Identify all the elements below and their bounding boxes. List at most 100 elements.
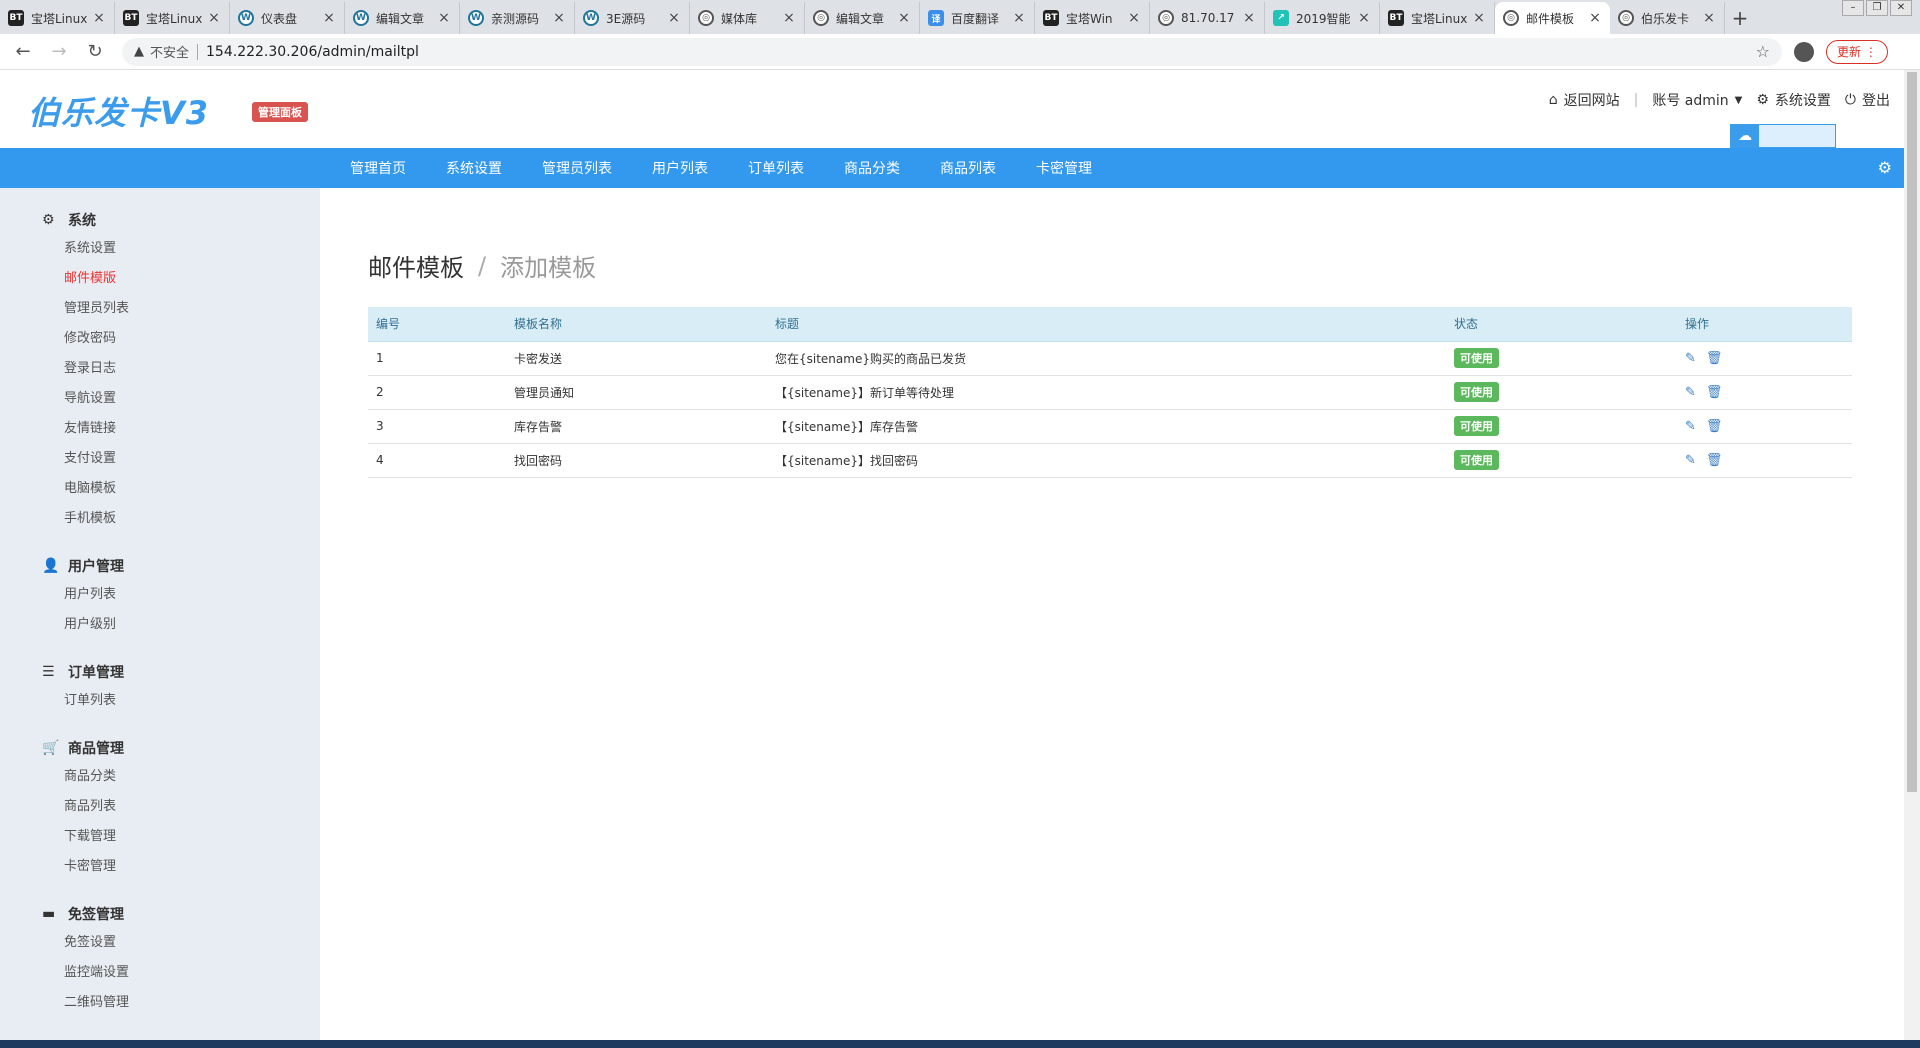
sidebar-item[interactable]: 免签设置 xyxy=(0,928,320,958)
topnav-item[interactable]: 系统设置 xyxy=(446,158,502,178)
forward-button[interactable]: → xyxy=(46,39,72,65)
trash-icon[interactable]: 🗑 xyxy=(1706,453,1723,468)
sidebar-item[interactable]: 手机模板 xyxy=(0,504,320,534)
topnav-item[interactable]: 管理首页 xyxy=(350,158,406,178)
sidebar-item[interactable]: 电脑模板 xyxy=(0,474,320,504)
minimize-button[interactable]: – xyxy=(1842,0,1864,16)
tab-close-icon[interactable]: × xyxy=(552,10,566,26)
tab-label: 亲测源码 xyxy=(491,11,540,26)
sidebar-group-title[interactable]: 👤 用户管理 xyxy=(0,552,320,580)
page-scrollbar[interactable] xyxy=(1904,70,1920,1040)
system-settings-link[interactable]: ⚙ 系统设置 xyxy=(1756,90,1831,110)
tab-close-icon[interactable]: × xyxy=(207,10,221,26)
trash-icon[interactable]: 🗑 xyxy=(1706,385,1723,400)
sidebar-item[interactable]: 二维码管理 xyxy=(0,988,320,1018)
sidebar-item[interactable]: 下载管理 xyxy=(0,822,320,852)
trash-icon[interactable]: 🗑 xyxy=(1706,419,1723,434)
sidebar-item[interactable]: 邮件模版 xyxy=(0,264,320,294)
back-to-site-link[interactable]: ⌂ 返回网站 xyxy=(1549,90,1620,110)
tab-close-icon[interactable]: × xyxy=(1702,10,1716,26)
tab-close-icon[interactable]: × xyxy=(1472,10,1486,26)
globe-icon: ◎ xyxy=(1503,10,1519,26)
browser-tab[interactable]: BT 宝塔Linux × xyxy=(0,2,115,34)
back-button[interactable]: ← xyxy=(10,39,36,65)
scrollbar-thumb[interactable] xyxy=(1907,72,1917,792)
topnav-item[interactable]: 管理员列表 xyxy=(542,158,612,178)
topnav-item[interactable]: 用户列表 xyxy=(652,158,708,178)
chart-icon: ↗ xyxy=(1273,10,1289,26)
browser-tab[interactable]: W 3E源码 × xyxy=(575,2,690,34)
tab-close-icon[interactable]: × xyxy=(1357,10,1371,26)
topnav-item[interactable]: 订单列表 xyxy=(748,158,804,178)
trash-icon[interactable]: 🗑 xyxy=(1706,351,1723,366)
reload-button[interactable]: ↻ xyxy=(82,39,108,65)
topnav-item[interactable]: 商品列表 xyxy=(940,158,996,178)
edit-icon[interactable]: ✎ xyxy=(1685,351,1696,366)
browser-tab[interactable]: 译百度翻译 × xyxy=(920,2,1035,34)
sidebar-item[interactable]: 用户列表 xyxy=(0,580,320,610)
sidebar-group-title[interactable]: 🛒 商品管理 xyxy=(0,734,320,762)
tab-close-icon[interactable]: × xyxy=(897,10,911,26)
new-tab-button[interactable]: + xyxy=(1725,2,1755,34)
logout-link[interactable]: ⏻ 登出 xyxy=(1845,90,1890,110)
browser-tab[interactable]: ◎ 伯乐发卡 × xyxy=(1610,2,1725,34)
restore-button[interactable]: ❐ xyxy=(1866,0,1888,16)
browser-tab[interactable]: W 亲测源码 × xyxy=(460,2,575,34)
tab-close-icon[interactable]: × xyxy=(782,10,796,26)
sidebar-item[interactable]: 导航设置 xyxy=(0,384,320,414)
browser-tab[interactable]: ◎ 邮件模板 × xyxy=(1495,2,1610,34)
sidebar-item[interactable]: 监控端设置 xyxy=(0,958,320,988)
browser-tab[interactable]: ◎ 编辑文章 × xyxy=(805,2,920,34)
tab-close-icon[interactable]: × xyxy=(437,10,451,26)
tab-close-icon[interactable]: × xyxy=(667,10,681,26)
bookmark-star-icon[interactable]: ☆ xyxy=(1756,42,1770,61)
tab-close-icon[interactable]: × xyxy=(92,10,106,26)
edit-icon[interactable]: ✎ xyxy=(1685,419,1696,434)
tab-close-icon[interactable]: × xyxy=(1012,10,1026,26)
sidebar-item[interactable]: 系统设置 xyxy=(0,234,320,264)
sidebar-item[interactable]: 商品列表 xyxy=(0,792,320,822)
tab-label: 编辑文章 xyxy=(376,11,425,26)
topnav-item[interactable]: 商品分类 xyxy=(844,158,900,178)
edit-icon[interactable]: ✎ xyxy=(1685,453,1696,468)
browser-tab[interactable]: ◎ 81.70.17 × xyxy=(1150,2,1265,34)
tab-close-icon[interactable]: × xyxy=(322,10,336,26)
browser-tab[interactable]: BT 宝塔Linux × xyxy=(1380,2,1495,34)
sidebar-item[interactable]: 修改密码 xyxy=(0,324,320,354)
tab-close-icon[interactable]: × xyxy=(1242,10,1256,26)
browser-tab[interactable]: W 仪表盘 × xyxy=(230,2,345,34)
browser-tab[interactable]: BT 宝塔Win × xyxy=(1035,2,1150,34)
topnav-item[interactable]: 卡密管理 xyxy=(1036,158,1092,178)
add-template-link[interactable]: 添加模板 xyxy=(500,248,596,283)
browser-tab[interactable]: BT 宝塔Linux × xyxy=(115,2,230,34)
browser-tab[interactable]: ↗ 2019智能 × xyxy=(1265,2,1380,34)
sidebar-item[interactable]: 商品分类 xyxy=(0,762,320,792)
cloud-widget[interactable]: ☁ xyxy=(1730,124,1836,148)
sidebar-item[interactable]: 管理员列表 xyxy=(0,294,320,324)
sidebar-group-title[interactable]: ▬ 免签管理 xyxy=(0,900,320,928)
sidebar-item[interactable]: 卡密管理 xyxy=(0,852,320,882)
sidebar-item[interactable]: 登录日志 xyxy=(0,354,320,384)
sidebar-item[interactable]: 用户级别 xyxy=(0,610,320,640)
address-bar[interactable]: ▲ 不安全 154.222.30.206/admin/mailtpl ☆ xyxy=(122,37,1782,66)
tab-label: 编辑文章 xyxy=(836,11,885,26)
sidebar-group-title[interactable]: ⚙ 系统 xyxy=(0,206,320,234)
sidebar-item[interactable]: 订单列表 xyxy=(0,686,320,716)
tab-close-icon[interactable]: × xyxy=(1127,10,1141,26)
sidebar-item[interactable]: 支付设置 xyxy=(0,444,320,474)
system-settings-label: 系统设置 xyxy=(1774,93,1831,109)
account-dropdown[interactable]: 账号 admin ▼ xyxy=(1652,90,1742,110)
profile-avatar-icon[interactable] xyxy=(1794,41,1814,62)
sidebar-group-label: 订单管理 xyxy=(68,665,124,681)
update-button[interactable]: 更新 ⋮ xyxy=(1826,39,1888,64)
sidebar-item[interactable]: 友情链接 xyxy=(0,414,320,444)
sidebar-group-title[interactable]: ☰ 订单管理 xyxy=(0,658,320,686)
browser-tab[interactable]: ◎ 媒体库 × xyxy=(690,2,805,34)
edit-icon[interactable]: ✎ xyxy=(1685,385,1696,400)
url-text[interactable]: 154.222.30.206/admin/mailtpl xyxy=(206,44,1756,60)
browser-tab[interactable]: W 编辑文章 × xyxy=(345,2,460,34)
tab-close-icon[interactable]: × xyxy=(1588,10,1602,26)
close-window-button[interactable]: ✕ xyxy=(1890,0,1912,16)
site-logo[interactable]: 伯乐发卡V3 xyxy=(28,88,209,134)
nav-settings-gear-icon[interactable]: ⚙ xyxy=(1878,158,1892,177)
